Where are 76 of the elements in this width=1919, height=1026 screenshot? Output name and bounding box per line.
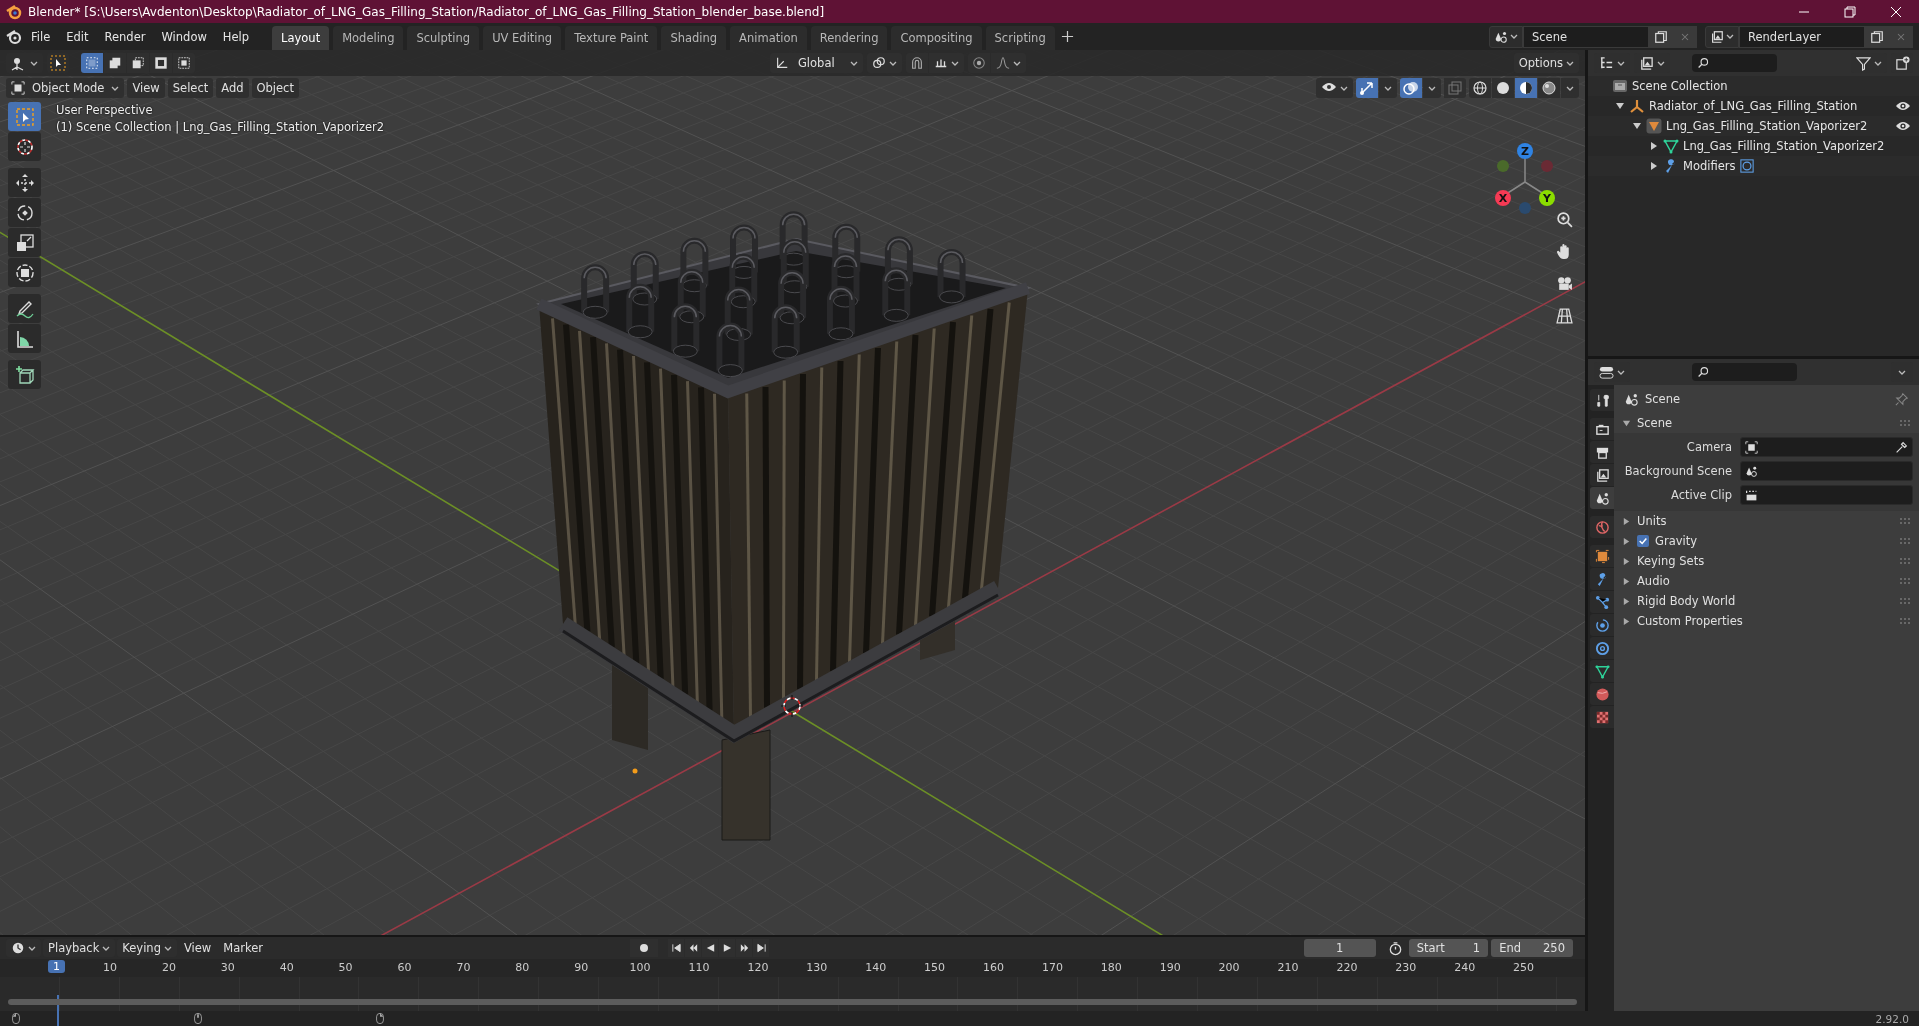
view-layer-name-field[interactable]: RenderLayer [1739,25,1865,48]
outliner-item[interactable]: Scene Collection [1632,79,1728,93]
viewport-menu[interactable]: Object [251,78,299,98]
view-name-label: User Perspective [56,103,154,117]
frame-number: 40 [279,961,294,974]
navigation-gizmo[interactable]: Z X Y [1495,143,1555,214]
frame-number: 20 [161,961,176,974]
frame-number: 230 [1395,961,1417,974]
frame-number: 80 [515,961,530,974]
scene-name-field[interactable]: Scene [1523,25,1649,48]
outliner-item[interactable]: Modifiers [1683,159,1736,173]
workspace-tab[interactable]: Animation [730,26,807,50]
collection-context-label: (1) Scene Collection | Lng_Gas_Filling_Station_Vaporizer2 [56,120,385,134]
playhead[interactable]: 1 [48,960,65,973]
start-frame-field[interactable]: Start 1 [1408,939,1489,957]
frame-number: 100 [629,961,651,974]
frame-number: 110 [688,961,710,974]
field-label: Background Scene [1623,464,1732,478]
frame-number: 160 [983,961,1004,974]
workspace-tab[interactable]: Sculpting [407,26,480,50]
frame-number: 210 [1277,961,1299,974]
panel-header[interactable]: Rigid Body World [1637,594,1736,608]
frame-number: 120 [747,961,769,974]
workspace-tab[interactable]: Layout [272,26,330,50]
field-label: Active Clip [1670,488,1732,502]
frame-number: 200 [1218,961,1240,974]
frame-number: 50 [338,961,353,974]
frame-number: 60 [397,961,412,974]
current-frame-field[interactable]: 1 [1303,939,1376,957]
panel-header[interactable]: Scene [1637,416,1673,430]
outliner-item[interactable]: Lng_Gas_Filling_Station_Vaporizer2 [1666,119,1868,133]
transform-orientation-dropdown[interactable]: Global [769,53,863,73]
viewport-menu[interactable]: Select [167,78,214,98]
workspace-tab[interactable]: Shading [661,26,727,50]
workspace-tab[interactable]: Texture Paint [565,26,658,50]
context-label: Scene [1645,392,1681,406]
frame-number: 130 [806,961,828,974]
workspace-tab[interactable]: UV Editing [483,26,562,50]
field-label: Camera [1685,440,1732,454]
frame-number: 190 [1159,961,1181,974]
timeline-menu[interactable]: View [178,939,217,957]
menu-item[interactable]: File [24,26,58,47]
workspace-tab[interactable]: Compositing [891,26,982,50]
version-label: 2.92.0 [1875,1012,1909,1025]
panel-header[interactable]: Audio [1637,574,1670,588]
frame-number: 180 [1100,961,1122,974]
frame-number: 30 [220,961,235,974]
panel-header[interactable]: Units [1637,514,1667,528]
frame-number: 90 [574,961,589,974]
menu-item[interactable]: Window [154,26,214,47]
panel-header[interactable]: Gravity [1655,534,1697,548]
options-dropdown[interactable]: Options [1513,53,1579,73]
frame-number: 220 [1336,961,1358,974]
menu-item[interactable]: Help [215,26,257,47]
frame-number: 70 [456,961,471,974]
frame-number: 240 [1454,961,1476,974]
workspace-tab[interactable]: Rendering [810,26,888,50]
menu-item[interactable]: Render [97,26,153,47]
mode-dropdown[interactable]: Object Mode [6,78,125,98]
frame-number: 250 [1513,961,1535,974]
workspace-tab[interactable]: Scripting [985,26,1055,50]
outliner-item[interactable]: Lng_Gas_Filling_Station_Vaporizer2 [1683,139,1885,153]
outliner-item[interactable]: Radiator_of_LNG_Gas_Filling_Station [1649,99,1858,113]
window-title: Blender* [S:\Users\Avdenton\Desktop\Radiator_of_LNG_Gas_Filling_Station/Radiator_of_LNG_Gas_Filling_Station_blender_base.blend] [28,4,825,19]
timeline-menu[interactable]: Marker [218,939,268,957]
frame-number: 140 [865,961,887,974]
end-frame-field[interactable]: End 250 [1491,939,1573,957]
workspace-tab[interactable]: Modeling [333,26,404,50]
frame-number: 10 [103,961,117,974]
viewport-menu[interactable]: Add [216,78,249,98]
viewport-menu[interactable]: View [127,78,165,98]
panel-header[interactable]: Custom Properties [1637,614,1743,628]
panel-header[interactable]: Keying Sets [1637,554,1705,568]
frame-number: 170 [1041,961,1063,974]
frame-number: 150 [924,961,946,974]
menu-item[interactable]: Edit [59,26,96,47]
